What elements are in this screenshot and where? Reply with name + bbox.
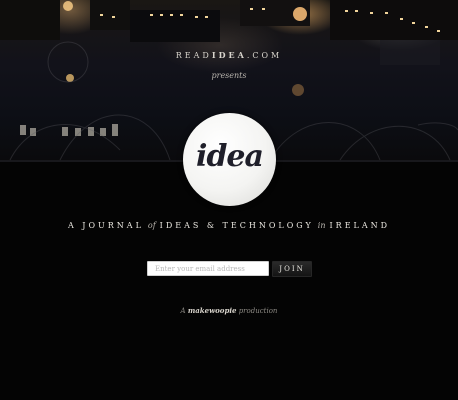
tagline: A JOURNAL of IDEAS & TECHNOLOGY in IRELAND (0, 221, 458, 230)
tagline-part3: IRELAND (329, 221, 391, 230)
credit-brand: makewoopie (187, 306, 237, 315)
credit-suffix: production (238, 307, 278, 315)
credit-prefix: A (180, 307, 186, 315)
tagline-part1: A JOURNAL (67, 221, 144, 230)
presents-label: presents (211, 71, 247, 80)
tagline-in: in (317, 221, 326, 230)
logo-text: idea (196, 139, 264, 174)
brand-top-line: READIDEA.COM (0, 50, 458, 60)
email-field[interactable] (147, 261, 269, 276)
idea-logo: idea (183, 113, 276, 206)
brand-name: IDEA (211, 50, 247, 60)
credit-line: A makewoopie production (0, 306, 458, 315)
brand-suffix: .COM (246, 51, 283, 60)
brand-prefix: READ (175, 51, 212, 60)
join-button[interactable]: JOIN (272, 261, 312, 277)
tagline-of: of (147, 221, 156, 230)
tagline-part2: IDEAS & TECHNOLOGY (159, 221, 314, 230)
